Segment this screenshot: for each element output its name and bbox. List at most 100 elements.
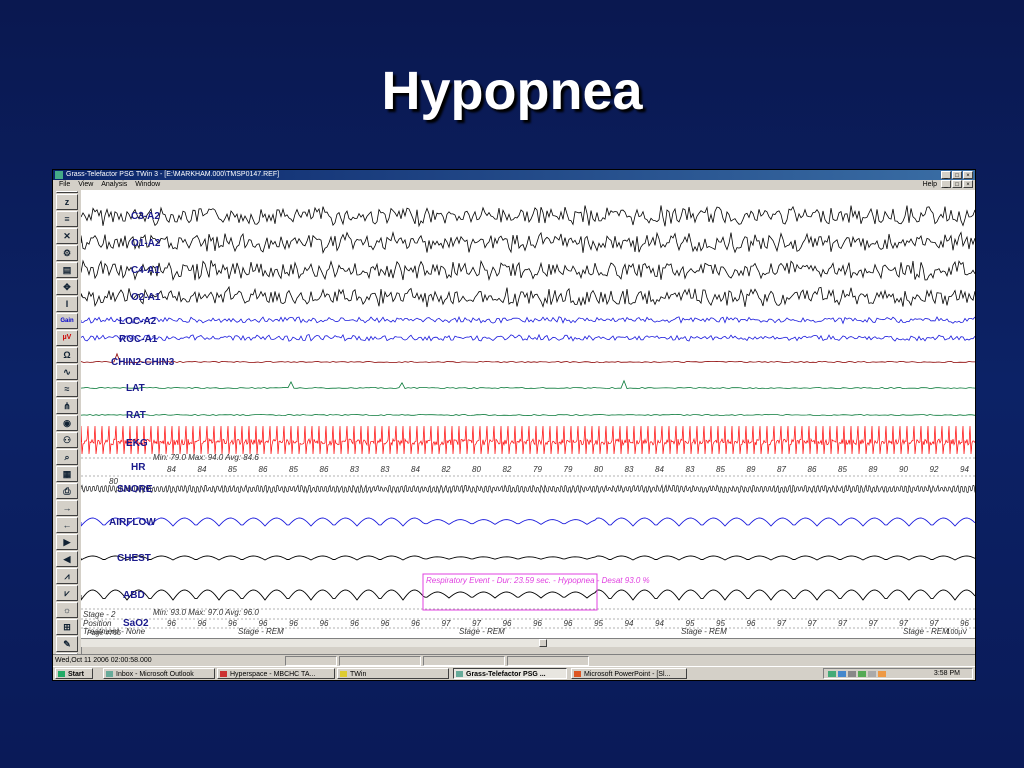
hr-value: 84 [655,465,664,474]
hr-value: 83 [625,465,634,474]
people-icon[interactable]: ⚇ [56,432,78,448]
window-titlebar[interactable]: Grass-Telefactor PSG TWin 3 - [E:\MARKHA… [53,170,975,180]
task-hyperspace-label: Hyperspace - MBCHC TA... [230,671,316,678]
trace-display[interactable]: C3-A2 O1-A2 C4-A1 O2-A1 LOC-A2 ROC-A1 CH… [81,190,975,638]
sao2-value: 96 [320,619,329,628]
search-icon[interactable]: ⌕ [56,449,78,465]
tray-icon-6[interactable] [878,671,886,677]
sao2-value: 97 [442,619,451,628]
hr-value: 84 [411,465,420,474]
tray-icon-2[interactable] [838,671,846,677]
tray-icon-4[interactable] [858,671,866,677]
back-icon[interactable]: ◀ [56,551,78,567]
sao2-value: 96 [167,619,176,628]
menu-view[interactable]: View [78,181,93,188]
status-panel-4 [507,656,589,666]
task-powerpoint[interactable]: Microsoft PowerPoint - [Sl... [571,668,687,679]
forward-icon[interactable]: ▶ [56,534,78,550]
horizontal-scrollbar[interactable]: Page #765 100µV [81,629,975,647]
channel-icon[interactable]: ⋔ [56,398,78,414]
epic-icon [220,671,227,677]
hr-value: 84 [198,465,207,474]
label-c4: C4-A1 [131,265,160,276]
menu-help[interactable]: Help [923,180,937,189]
wave-icon[interactable]: ≈ [56,381,78,397]
sao2-value: 96 [533,619,542,628]
label-airflow: AIRFLOW [109,517,156,528]
tray-icon-5[interactable] [868,671,876,677]
pencil-icon[interactable]: ✎ [56,636,78,652]
tray-clock: 3:58 PM [933,670,960,677]
ohm-icon[interactable]: Ω [56,347,78,363]
chin-trace [81,352,975,364]
image-icon[interactable]: ▦ [56,466,78,482]
hr-value: 86 [259,465,268,474]
grid-icon[interactable]: ⊞ [56,619,78,635]
task-grass-telefactor[interactable]: Grass-Telefactor PSG ... [453,668,567,679]
hr-value: 86 [808,465,817,474]
hr-stats: Min: 79.0 Max: 94.0 Avg: 84.6 [153,453,259,462]
doc-close-button[interactable]: × [963,180,973,188]
next-page-icon[interactable]: → [56,500,78,516]
menu-analysis[interactable]: Analysis [101,181,127,188]
label-o2: O2-A1 [131,292,161,303]
menu-window[interactable]: Window [135,181,160,188]
folder-icon [340,671,347,677]
marker-icon[interactable]: ✥ [56,279,78,295]
print-icon[interactable]: ⎙ [56,483,78,499]
tools-icon[interactable]: ⚙ [56,245,78,261]
zoom-icon[interactable]: z [56,194,78,210]
doc-minimize-button[interactable]: _ [941,180,951,188]
scale-marker: 100µV [946,629,967,636]
snore-trace [81,484,975,494]
label-ekg: EKG [126,438,148,449]
menu-file[interactable]: File [59,181,70,188]
scrollbar-thumb[interactable] [539,639,547,647]
app-icon [55,171,63,179]
hr-value: 83 [686,465,695,474]
hr-value: 85 [289,465,298,474]
sao2-value: 96 [747,619,756,628]
waveform-down-icon[interactable]: ⩗ [56,585,78,601]
tray-icon-1[interactable] [828,671,836,677]
doc-restore-button[interactable]: □ [952,180,962,188]
tray-icon-3[interactable] [848,671,856,677]
window-title: Grass-Telefactor PSG TWin 3 - [E:\MARKHA… [66,171,280,178]
record-indicator-icon[interactable] [56,191,78,193]
bulb-icon[interactable]: ☼ [56,602,78,618]
respiratory-event-label: Respiratory Event - Dur: 23.59 sec. - Hy… [426,576,650,585]
document-icon[interactable]: ▤ [56,262,78,278]
eeg-o1-trace [81,231,975,254]
task-hyperspace[interactable]: Hyperspace - MBCHC TA... [217,668,335,679]
start-button[interactable]: Start [55,668,93,679]
sao2-stats: Min: 93.0 Max: 97.0 Avg: 96.0 [153,608,259,617]
task-twin[interactable]: TWin [337,668,449,679]
lat-trace [81,379,975,390]
hr-value: 79 [533,465,542,474]
task-outlook[interactable]: Inbox - Microsoft Outlook [103,668,215,679]
rat-trace [81,413,975,417]
cross-icon[interactable]: ✕ [56,228,78,244]
microvolt-button[interactable]: µV [56,330,78,346]
vertical-toolbar: z ≡ ✕ ⚙ ▤ ✥ I Gain µV Ω ∿ ≈ ⋔ ◉ ⚇ ⌕ ▦ ⎙ … [53,190,82,680]
hr-value: 90 [899,465,908,474]
chest-trace [81,555,975,561]
minimize-button[interactable]: _ [941,171,951,179]
camera-icon[interactable]: ◉ [56,415,78,431]
ekg-trace [81,425,975,455]
status-bar: Wed,Oct 11 2006 02:00:58.000 [53,654,975,666]
cursor-icon[interactable]: I [56,296,78,312]
prev-page-icon[interactable]: ← [56,517,78,533]
close-button[interactable]: × [963,171,973,179]
montage-icon[interactable]: ≡ [56,211,78,227]
hr-value: 89 [869,465,878,474]
windows-logo-icon [58,671,65,677]
hr-value: 87 [777,465,786,474]
label-rat: RAT [126,410,146,421]
hr-value: 80 [594,465,603,474]
filter-icon[interactable]: ∿ [56,364,78,380]
gain-button[interactable]: Gain [56,313,78,329]
maximize-button[interactable]: □ [952,171,962,179]
label-lat: LAT [126,383,145,394]
waveform-up-icon[interactable]: ⩘ [56,568,78,584]
